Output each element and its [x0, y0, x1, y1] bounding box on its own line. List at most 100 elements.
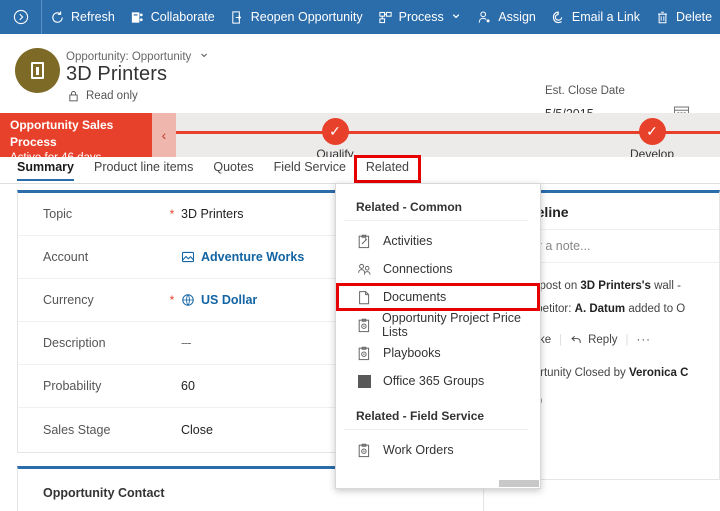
- page-title: 3D Printers: [66, 63, 168, 85]
- read-only-label: Read only: [86, 90, 138, 102]
- chevron-left-icon: ‹: [161, 127, 167, 143]
- field-label: Sales Stage: [43, 422, 111, 437]
- collaborate-button[interactable]: Collaborate: [122, 0, 222, 34]
- est-close-date-label: Est. Close Date: [545, 85, 625, 97]
- field-label: Account: [43, 250, 89, 264]
- avatar: [15, 48, 60, 93]
- expand-nav-button[interactable]: [0, 0, 42, 34]
- business-process-bar: Opportunity Sales Process Active for 46 …: [0, 113, 720, 164]
- process-stage-develop[interactable]: ✓ Develop: [617, 118, 687, 161]
- menu-item-office-365-groups[interactable]: Office 365 Groups: [336, 367, 540, 395]
- stage-check-icon: ✓: [638, 118, 666, 145]
- email-a-link-button[interactable]: Email a Link: [543, 0, 647, 34]
- menu-item-label: Documents: [383, 290, 447, 304]
- menu-item-playbooks[interactable]: Playbooks: [336, 339, 540, 367]
- timeline-post-closed-text: Opportunity Closed by Veronica C: [512, 362, 707, 385]
- assign-person-icon: [477, 10, 492, 25]
- reopen-opportunity-label: Reopen Opportunity: [250, 9, 363, 24]
- timeline-post-line-1: Auto-post on 3D Printers's wall -: [512, 275, 707, 298]
- field-value-text: Close: [181, 422, 213, 437]
- menu-item-work-orders[interactable]: Work Orders: [336, 436, 540, 464]
- menu-item-documents[interactable]: Documents: [336, 283, 540, 311]
- menu-item-label: Office 365 Groups: [383, 374, 485, 388]
- account-icon: [181, 250, 195, 264]
- chevron-down-icon: ⌄: [449, 4, 463, 22]
- delete-label: Delete: [675, 9, 713, 24]
- field-value-topic[interactable]: 3D Printers: [181, 207, 244, 221]
- trash-icon: [655, 10, 670, 25]
- field-value-probability[interactable]: 60: [181, 379, 195, 393]
- menu-item-connections[interactable]: Connections: [336, 255, 540, 283]
- process-collapse-button[interactable]: ‹: [152, 113, 176, 157]
- record-header: Opportunity: Opportunity ⌄ 3D Printers R…: [0, 34, 720, 121]
- required-indicator: *: [169, 293, 175, 307]
- field-value-text: 60: [181, 379, 195, 393]
- reopen-opportunity-button[interactable]: Reopen Opportunity: [222, 0, 370, 34]
- tab-summary[interactable]: Summary: [0, 157, 84, 181]
- delete-button[interactable]: Delete: [647, 0, 719, 34]
- opportunity-icon: [31, 62, 44, 79]
- read-only-status: Read only: [68, 90, 138, 102]
- reopen-icon: [230, 10, 245, 25]
- more-actions-button[interactable]: ···: [637, 334, 652, 346]
- refresh-button[interactable]: Refresh: [42, 0, 122, 34]
- entity-label: Opportunity: Opportunity: [66, 50, 192, 63]
- work-order-icon: [356, 443, 372, 458]
- menu-item-label: Work Orders: [383, 443, 454, 457]
- activities-icon: [356, 234, 372, 249]
- competitor-name: A. Datum: [574, 303, 626, 315]
- menu-item-label: Connections: [383, 262, 453, 276]
- collaborate-label: Collaborate: [150, 9, 215, 24]
- menu-item-opportunity-project-price-lists[interactable]: Opportunity Project Price Lists: [336, 311, 540, 339]
- refresh-label: Refresh: [71, 9, 115, 24]
- tab-strip: Summary Product line items Quotes Field …: [0, 155, 720, 184]
- field-value-text: 3D Printers: [181, 207, 244, 221]
- assign-button[interactable]: Assign: [469, 0, 543, 34]
- lock-icon: [68, 90, 79, 102]
- field-value-text: ---: [181, 336, 191, 350]
- field-value-description[interactable]: ---: [181, 336, 191, 350]
- menu-item-activities[interactable]: Activities: [336, 227, 540, 255]
- document-icon: [356, 290, 372, 305]
- email-link-icon: [551, 10, 566, 25]
- stage-check-icon: ✓: [321, 118, 349, 145]
- connections-icon: [356, 262, 372, 277]
- field-label: Description: [43, 336, 106, 350]
- menu-item-label: Activities: [383, 234, 433, 248]
- menu-item-label: Playbooks: [383, 346, 441, 360]
- process-stage-qualify[interactable]: ✓ Qualify: [300, 118, 370, 161]
- required-indicator: *: [169, 207, 175, 221]
- reply-button[interactable]: Reply: [570, 333, 618, 346]
- process-icon: [378, 10, 393, 25]
- crm-opportunity-page: Refresh Collaborate Reopen Opportunity P…: [0, 0, 720, 511]
- field-label: Currency: [43, 293, 94, 307]
- process-button[interactable]: Process ⌄: [370, 0, 470, 34]
- collaborate-icon: [130, 10, 145, 25]
- field-value-text: Adventure Works: [201, 250, 305, 264]
- menu-item-label: Opportunity Project Price Lists: [382, 311, 521, 339]
- divider: |: [559, 333, 563, 346]
- tab-related[interactable]: Related: [353, 155, 422, 183]
- tab-product-line-items[interactable]: Product line items: [84, 157, 203, 181]
- process-name: Opportunity Sales Process: [10, 118, 114, 149]
- currency-icon: [181, 293, 195, 307]
- field-value-currency[interactable]: US Dollar: [181, 293, 257, 307]
- field-value-sales-stage[interactable]: Close: [181, 423, 213, 437]
- office365-square-icon: [356, 374, 372, 388]
- autopost-suffix: wall -: [650, 280, 681, 292]
- timeline-post-line-2: Competitor: A. Datum added to O: [512, 298, 707, 321]
- field-label: Topic: [43, 207, 73, 221]
- tab-quotes[interactable]: Quotes: [203, 157, 263, 181]
- flyout-group-field-service-header: Related - Field Service: [344, 395, 528, 430]
- flyout-scrollbar-thumb[interactable]: [499, 480, 539, 487]
- process-name-block[interactable]: Opportunity Sales Process Active for 46 …: [0, 113, 152, 164]
- field-value-account[interactable]: Adventure Works: [181, 250, 304, 264]
- email-a-link-label: Email a Link: [571, 9, 640, 24]
- field-value-text: US Dollar: [201, 293, 258, 307]
- playbook-icon: [356, 346, 372, 361]
- flyout-group-common-header: Related - Common: [344, 184, 528, 221]
- chevron-down-icon: ⌄: [198, 44, 211, 60]
- command-bar: Refresh Collaborate Reopen Opportunity P…: [0, 0, 720, 34]
- tab-field-service[interactable]: Field Service: [264, 157, 356, 181]
- refresh-icon: [50, 10, 65, 25]
